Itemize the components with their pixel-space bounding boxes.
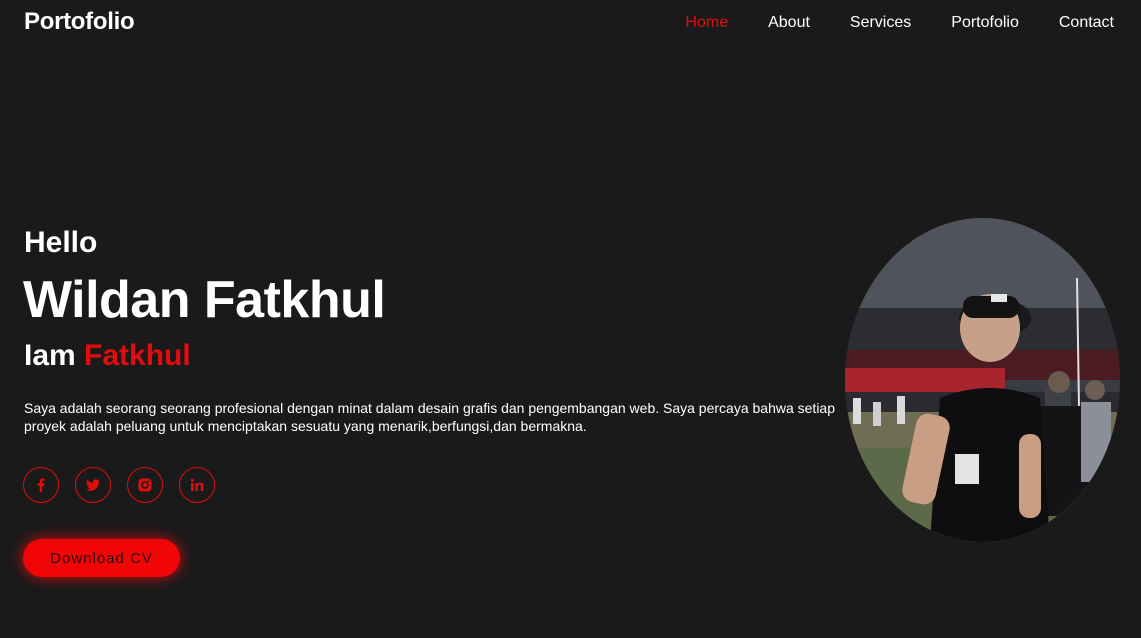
iam-accent: Fatkhul bbox=[84, 339, 191, 372]
hero-description: Saya adalah seorang seorang profesional … bbox=[24, 400, 836, 434]
profile-photo-image bbox=[845, 218, 1120, 542]
site-logo[interactable]: Portofolio bbox=[24, 8, 135, 36]
linkedin-link[interactable] bbox=[179, 467, 215, 503]
nav-services[interactable]: Services bbox=[850, 14, 911, 32]
download-cv-button[interactable]: Download CV bbox=[23, 539, 180, 577]
facebook-icon bbox=[37, 478, 45, 492]
nav-contact[interactable]: Contact bbox=[1059, 14, 1114, 32]
nav-portofolio[interactable]: Portofolio bbox=[951, 14, 1019, 32]
linkedin-icon bbox=[190, 478, 204, 491]
twitter-icon bbox=[86, 479, 100, 491]
hero-name: Wildan Fatkhul bbox=[23, 271, 386, 329]
facebook-link[interactable] bbox=[23, 467, 59, 503]
instagram-icon bbox=[138, 478, 152, 492]
nav-home[interactable]: Home bbox=[685, 14, 728, 32]
instagram-link[interactable] bbox=[127, 467, 163, 503]
profile-photo bbox=[845, 218, 1120, 542]
nav-about[interactable]: About bbox=[768, 14, 810, 32]
twitter-link[interactable] bbox=[75, 467, 111, 503]
social-links bbox=[23, 467, 215, 503]
greeting: Hello bbox=[24, 226, 98, 259]
main-nav: Home About Services Portofolio Contact bbox=[685, 14, 1114, 32]
hero-subtitle: Iam Fatkhul bbox=[24, 339, 191, 373]
iam-prefix: Iam bbox=[24, 339, 76, 372]
